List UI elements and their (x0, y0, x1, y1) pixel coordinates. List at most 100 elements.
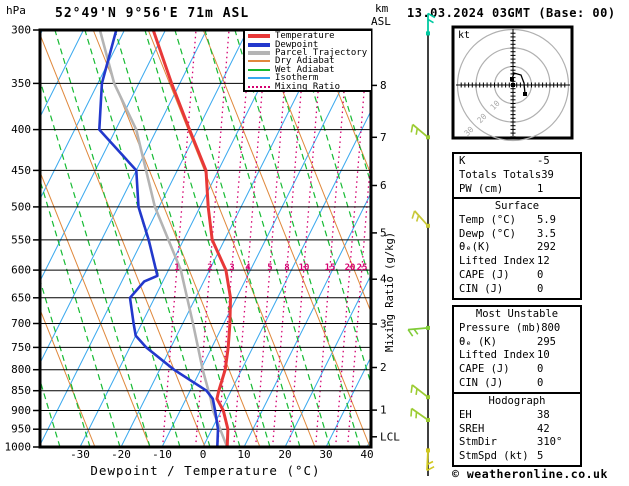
skewt-app: hPa 52°49'N 9°56'E 71m ASL km ASL 13.03.… (0, 0, 629, 486)
svg-text:15: 15 (325, 263, 336, 273)
svg-text:300: 300 (11, 24, 31, 37)
legend-item-label: Isotherm (275, 73, 319, 84)
svg-text:950: 950 (11, 423, 31, 436)
row-value: 800 (541, 321, 561, 334)
row-label: CIN (J) (459, 376, 504, 389)
table-row: CAPE (J) 0 (454, 363, 580, 377)
row-value: 38 (537, 408, 550, 421)
wind-barb (426, 12, 436, 36)
row-label: Pressure (mb) (459, 321, 542, 334)
table-row: Lifted Index 12 (454, 255, 580, 269)
svg-text:40: 40 (360, 448, 373, 461)
table-title: Surface (494, 200, 540, 212)
isotherm-line-swatch (248, 77, 270, 80)
parcel-trajectory-line-swatch (248, 50, 270, 55)
wind-barb (407, 325, 430, 337)
row-label: Lifted Index (459, 349, 535, 362)
wind-barb (426, 448, 435, 472)
row-value: 0 (537, 363, 544, 376)
row-label: CAPE (J) (459, 268, 510, 281)
svg-text:500: 500 (11, 200, 31, 213)
row-label: PW (cm) (459, 182, 504, 195)
table-row: EH 38 (454, 409, 580, 423)
table-row: Lifted Index 10 (454, 349, 580, 363)
svg-text:5: 5 (267, 263, 272, 273)
svg-text:8: 8 (284, 263, 289, 273)
row-value: 0 (537, 268, 544, 281)
credit-footer: © weatheronline.co.uk (452, 467, 608, 481)
hodograph-marker (511, 83, 515, 87)
row-value: 5.9 (537, 213, 556, 226)
row-label: StmSpd (kt) (459, 450, 529, 463)
svg-text:3: 3 (229, 263, 234, 273)
svg-text:0: 0 (200, 448, 207, 461)
row-label: K (459, 155, 466, 167)
row-label: Temp (°C) (459, 213, 516, 226)
table-row: Totals Totals 39 (454, 169, 580, 183)
row-label: CIN (J) (459, 282, 504, 295)
svg-text:750: 750 (11, 341, 31, 354)
row-label: StmDir (459, 436, 497, 449)
svg-text:25: 25 (357, 263, 368, 273)
svg-text:-10: -10 (152, 448, 172, 461)
row-label: θₑ(K) (459, 241, 491, 254)
svg-text:800: 800 (11, 363, 31, 376)
row-value: 12 (537, 255, 550, 268)
table-row: CAPE (J) 0 (454, 269, 580, 283)
surface-table: Surface Temp (°C) 5.9 Dewp (°C) 3.5 θₑ(K) 2… (452, 197, 582, 300)
row-value: 0 (537, 376, 544, 389)
svg-text:850: 850 (11, 384, 31, 397)
table-row: Dewp (°C) 3.5 (454, 228, 580, 242)
svg-text:1000: 1000 (5, 441, 32, 454)
svg-text:400: 400 (11, 123, 31, 136)
table-row: StmSpd (kt) 5 (454, 450, 580, 464)
svg-text:20: 20 (345, 263, 356, 273)
wet-adiabat-line-swatch (248, 68, 270, 71)
temperature-line-swatch (248, 34, 270, 39)
wind-barb (410, 384, 430, 400)
row-value: 39 (541, 168, 554, 181)
svg-text:20: 20 (278, 448, 291, 461)
table-row: CIN (J) 0 (454, 283, 580, 297)
pressure-tick-labels: 300 350 400 450 500 550 600 650 700 750 800 850 900 9… (5, 24, 39, 454)
hodograph-unit-label: kt (458, 30, 471, 41)
svg-text:350: 350 (11, 77, 31, 90)
svg-text:1: 1 (174, 263, 179, 273)
row-value: 42 (537, 422, 550, 435)
row-label: Dewp (°C) (459, 227, 516, 240)
svg-text:900: 900 (11, 404, 31, 417)
table-row: θₑ(K) 292 (454, 241, 580, 255)
table-row: CIN (J) 0 (454, 377, 580, 391)
row-label: SREH (459, 422, 485, 435)
row-label: Totals Totals (459, 168, 542, 181)
svg-text:1: 1 (380, 404, 387, 417)
wind-barb-column (407, 12, 436, 476)
most-unstable-table: Most Unstable Pressure (mb) 800 θₑ (K) 295… (452, 305, 582, 394)
row-value: 310° (537, 436, 563, 449)
svg-text:550: 550 (11, 233, 31, 246)
hodograph-marker (523, 92, 527, 96)
row-value: 10 (537, 349, 550, 362)
row-value: 0 (537, 282, 544, 295)
table-row: StmDir 310° (454, 436, 580, 450)
svg-text:10: 10 (237, 448, 250, 461)
dry-adiabat-line-swatch (248, 60, 270, 63)
row-value: -5 (537, 155, 550, 167)
temperature-tick-labels: -30 -20 -10 0 10 20 30 40 (70, 448, 374, 461)
indices-table: K -5 Totals Totals 39 PW (cm) 1 (452, 152, 582, 200)
svg-text:700: 700 (11, 317, 31, 330)
row-value: 1 (537, 182, 544, 195)
svg-text:4: 4 (245, 263, 251, 273)
svg-text:450: 450 (11, 164, 31, 177)
hodograph: 102030 (451, 25, 574, 142)
table-row: K -5 (454, 155, 580, 169)
wind-barb (410, 407, 430, 422)
svg-text:LCL: LCL (380, 430, 400, 443)
svg-text:650: 650 (11, 291, 31, 304)
row-value: 5 (537, 450, 544, 463)
row-label: CAPE (J) (459, 363, 510, 376)
table-row: Pressure (mb) 800 (454, 322, 580, 336)
temperature-axis-label: Dewpoint / Temperature (°C) (90, 463, 321, 478)
row-label: θₑ (K) (459, 335, 497, 348)
table-row: PW (cm) 1 (454, 183, 580, 197)
